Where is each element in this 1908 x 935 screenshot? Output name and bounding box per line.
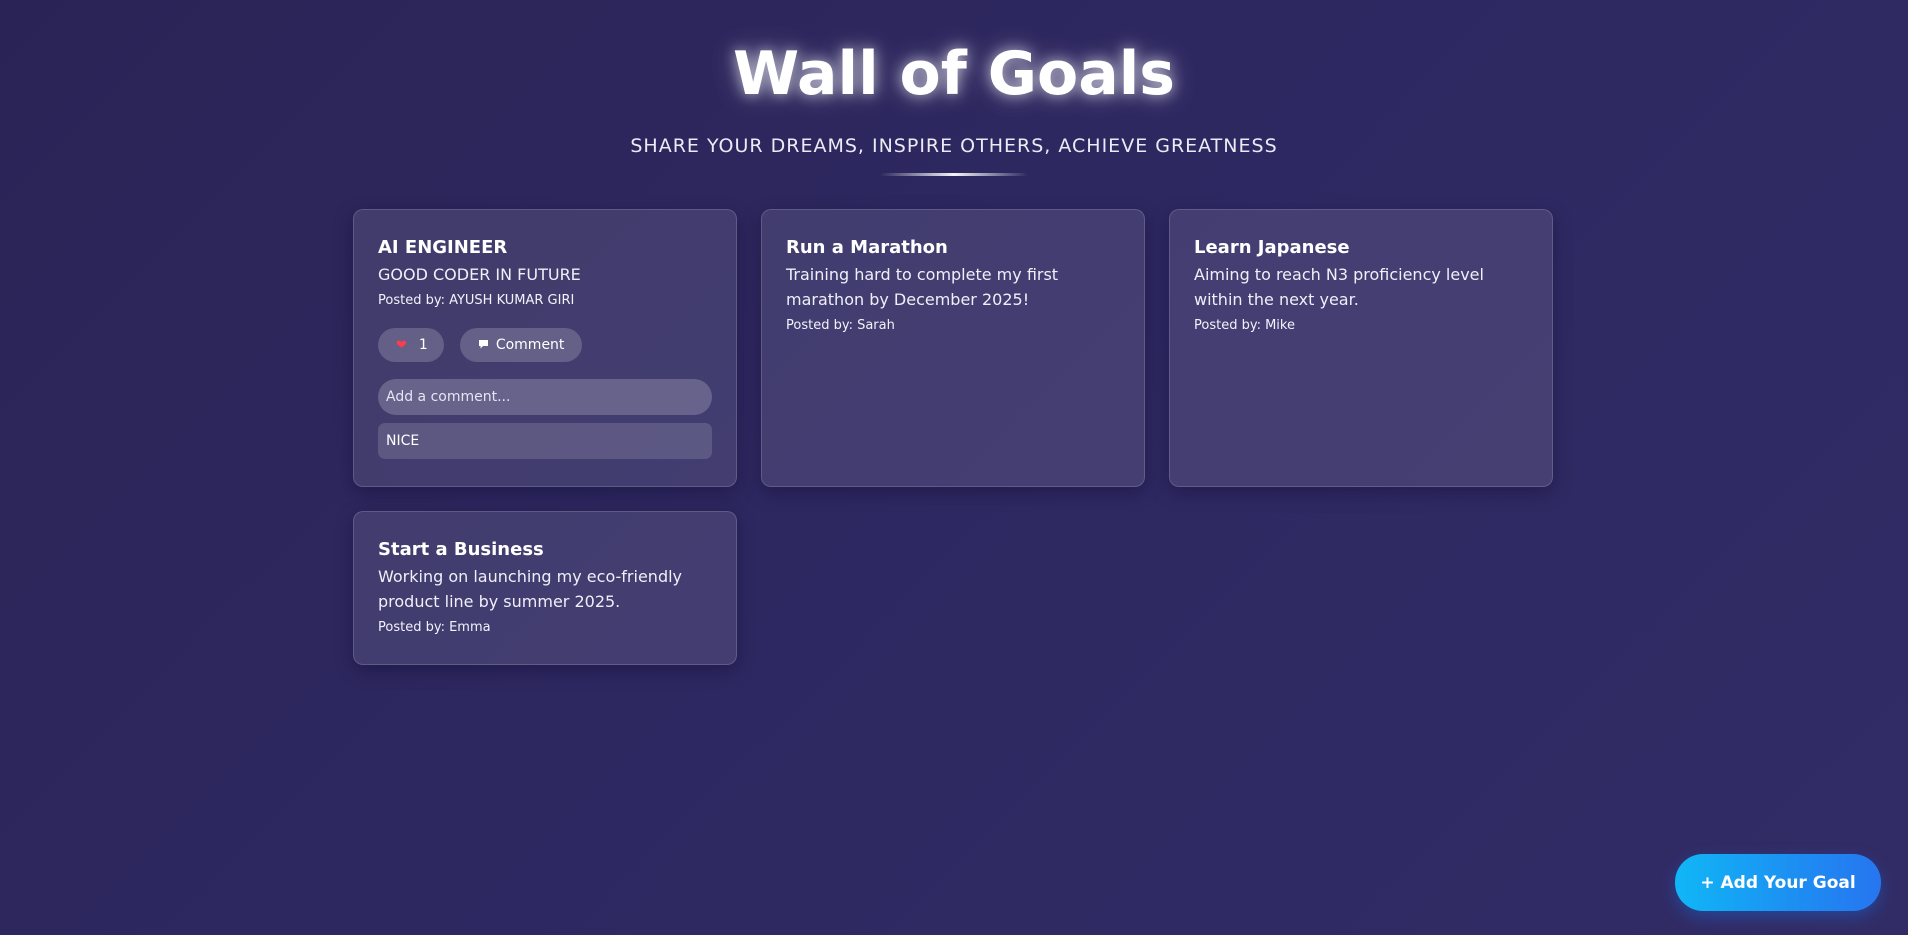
goal-card: Start a Business Working on launching my… xyxy=(353,511,737,665)
goal-author: Posted by: Sarah xyxy=(786,318,895,333)
goal-description: Aiming to reach N3 proficiency level wit… xyxy=(1194,265,1484,309)
page-subtitle: SHARE YOUR DREAMS, INSPIRE OTHERS, ACHIE… xyxy=(630,135,1278,157)
like-button[interactable]: ❤ 1 xyxy=(378,328,444,362)
comment-item: NICE xyxy=(378,423,712,459)
goal-author: Posted by: Emma xyxy=(378,620,491,635)
goal-description: Training hard to complete my first marat… xyxy=(786,265,1059,309)
goal-title: Learn Japanese xyxy=(1194,237,1350,258)
goal-author: Posted by: AYUSH KUMAR GIRI xyxy=(378,293,575,308)
page-title: Wall of Goals xyxy=(732,39,1175,109)
comment-button[interactable]: Comment xyxy=(459,328,583,362)
goal-title: Run a Marathon xyxy=(786,237,948,258)
goal-author: Posted by: Mike xyxy=(1194,318,1295,333)
comment-button-label: Comment xyxy=(495,337,565,353)
goal-actions: ❤ 1 Comment xyxy=(378,328,712,362)
comment-input[interactable] xyxy=(378,379,712,415)
goal-title: Start a Business xyxy=(378,539,544,560)
goal-card: AI ENGINEER GOOD CODER IN FUTURE Posted … xyxy=(353,209,737,487)
goal-description: Working on launching my eco-friendly pro… xyxy=(378,567,683,611)
like-count: 1 xyxy=(418,337,428,353)
goal-card: Learn Japanese Aiming to reach N3 profic… xyxy=(1169,209,1553,487)
add-goal-button[interactable]: + Add Your Goal xyxy=(1675,854,1881,911)
speech-bubble-icon xyxy=(478,339,489,352)
goal-card: Run a Marathon Training hard to complete… xyxy=(761,209,1145,487)
title-divider xyxy=(880,173,1028,176)
goal-title: AI ENGINEER xyxy=(378,237,508,258)
goal-description: GOOD CODER IN FUTURE xyxy=(378,265,581,284)
heart-icon: ❤ xyxy=(396,337,407,353)
